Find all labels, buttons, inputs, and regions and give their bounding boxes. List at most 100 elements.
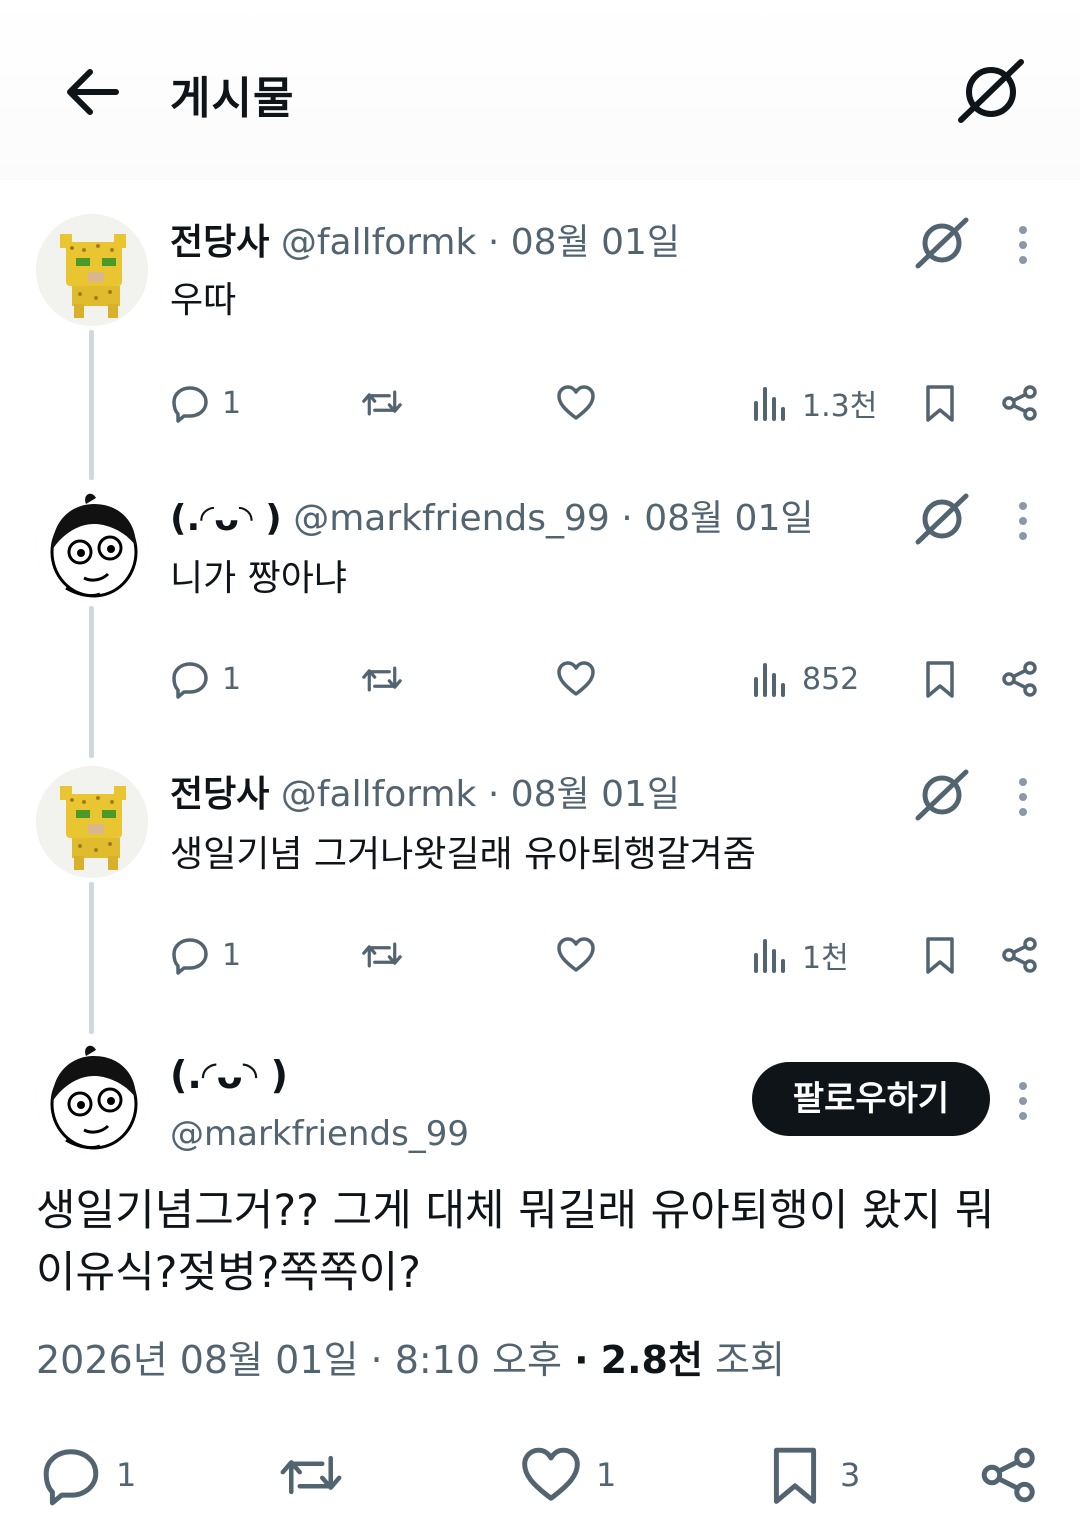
bookmark-button[interactable]: 3 [764,1440,860,1510]
views-button[interactable]: 1.3천 [750,378,877,428]
like-button[interactable] [556,378,596,428]
bookmark-count: 3 [840,1456,861,1494]
bookmark-icon [926,661,954,698]
username[interactable]: @fallformk [281,222,477,263]
view-count: 852 [802,661,860,697]
grok-icon [915,769,969,821]
reply-icon [172,938,208,975]
display-name[interactable]: (.◜ᴗ◝ ) [170,1050,288,1100]
tweet-text: 니가 짱아냐 [170,558,348,599]
views-button[interactable]: 852 [750,654,859,704]
username[interactable]: @fallformk [281,774,477,815]
retweet-button[interactable] [280,1440,342,1510]
avatar[interactable] [36,490,148,602]
reply-button[interactable]: 1 [170,378,241,428]
like-button[interactable]: 1 [520,1440,616,1510]
more-options-button[interactable] [1008,774,1038,824]
tweet-header: 전당사 @fallformk · 08월 01일 [170,770,680,820]
reply-button[interactable]: 1 [170,654,241,704]
thread-line [89,330,94,480]
reply-icon [43,1449,99,1506]
bookmark-button[interactable] [920,654,960,704]
view-count: 1.3천 [802,389,878,424]
bookmark-icon [926,937,954,974]
more-vertical-icon [1019,1082,1027,1090]
heart-icon [557,385,595,420]
cat-avatar-image [36,766,148,878]
retweet-button[interactable] [362,654,402,704]
tweet-date[interactable]: 08월 01일 [511,774,680,815]
avatar[interactable] [36,214,148,326]
username[interactable]: @markfriends_99 [170,1110,469,1158]
view-count: 2.8천 [600,1338,703,1382]
share-button[interactable] [1000,378,1040,428]
tweet-date[interactable]: 08월 01일 [511,222,680,263]
avatar[interactable] [36,1042,148,1154]
share-button[interactable] [1000,654,1040,704]
reply-count: 1 [222,937,242,973]
cartoon-boy-avatar-image [36,490,148,602]
bookmark-button[interactable] [920,378,960,428]
display-name[interactable]: 전당사 [170,774,269,815]
more-options-button[interactable] [1008,1078,1038,1128]
share-button[interactable] [978,1440,1040,1510]
like-count: 1 [596,1456,617,1494]
tweet-date[interactable]: 08월 01일 [644,498,813,539]
views-label: 조회 [715,1338,785,1382]
share-button[interactable] [1000,930,1040,980]
timestamp[interactable]: 2026년 08월 01일 · 8:10 오후 [36,1338,562,1382]
display-name[interactable]: (.◜ᴗ◝ ) [170,498,282,539]
thread-line [89,882,94,1034]
separator: · [574,1338,589,1382]
retweet-button[interactable] [362,930,402,980]
main-tweet-text: 생일기념그거?? 그게 대체 뭐길래 유아퇴행이 왔지 뭐 이유식?젖병?쪽쪽이… [36,1180,1036,1304]
tweet-header: (.◜ᴗ◝ ) @markfriends_99 · 08월 01일 [170,494,814,544]
more-options-button[interactable] [1008,222,1038,272]
display-name[interactable]: 전당사 [170,222,269,263]
heart-icon [557,661,595,696]
main-tweet-actions: 1 1 3 [0,1430,1080,1520]
like-button[interactable] [556,654,596,704]
reply-icon [172,662,208,699]
tweet-actions: 1 1.3천 [170,378,1050,428]
avatar[interactable] [36,766,148,878]
grok-button[interactable] [955,56,1027,126]
share-icon [981,1447,1035,1503]
page-title: 게시물 [170,73,295,124]
top-app-bar: 게시물 [0,0,1080,180]
tweet-header: 전당사 @fallformk · 08월 01일 [170,218,680,268]
tweet-meta: 2026년 08월 01일 · 8:10 오후 · 2.8천 조회 [36,1330,785,1390]
grok-button[interactable] [912,766,970,824]
like-button[interactable] [556,930,596,980]
share-icon [1002,385,1037,421]
post-detail-page: 게시물 전당사 @fallformk · 08월 01일 우따 1 1.3천 (… [0,0,1080,1520]
tweet-actions: 1 852 [170,654,1050,704]
cat-avatar-image [36,214,148,326]
more-options-button[interactable] [1008,498,1038,548]
share-icon [1002,661,1037,697]
thread-line [89,606,94,758]
follow-button[interactable]: 팔로우하기 [752,1062,990,1136]
reply-button[interactable]: 1 [170,930,241,980]
reply-count: 1 [222,385,242,421]
grok-button[interactable] [912,214,970,272]
username[interactable]: @markfriends_99 [293,498,610,539]
back-button[interactable] [62,64,122,120]
more-vertical-icon [1019,226,1027,234]
heart-icon [522,1447,580,1501]
views-button[interactable]: 1천 [750,930,849,980]
bookmark-button[interactable] [920,930,960,980]
reply-button[interactable]: 1 [40,1440,136,1510]
reply-icon [172,386,208,423]
bookmark-icon [773,1447,817,1504]
reply-count: 1 [222,661,242,697]
views-icon [754,387,785,421]
heart-icon [557,937,595,972]
grok-button[interactable] [912,490,970,548]
views-icon [754,939,785,973]
retweet-icon [362,942,402,968]
views-icon [754,663,785,697]
retweet-button[interactable] [362,378,402,428]
reply-count: 1 [116,1456,137,1494]
separator: · [487,222,500,263]
